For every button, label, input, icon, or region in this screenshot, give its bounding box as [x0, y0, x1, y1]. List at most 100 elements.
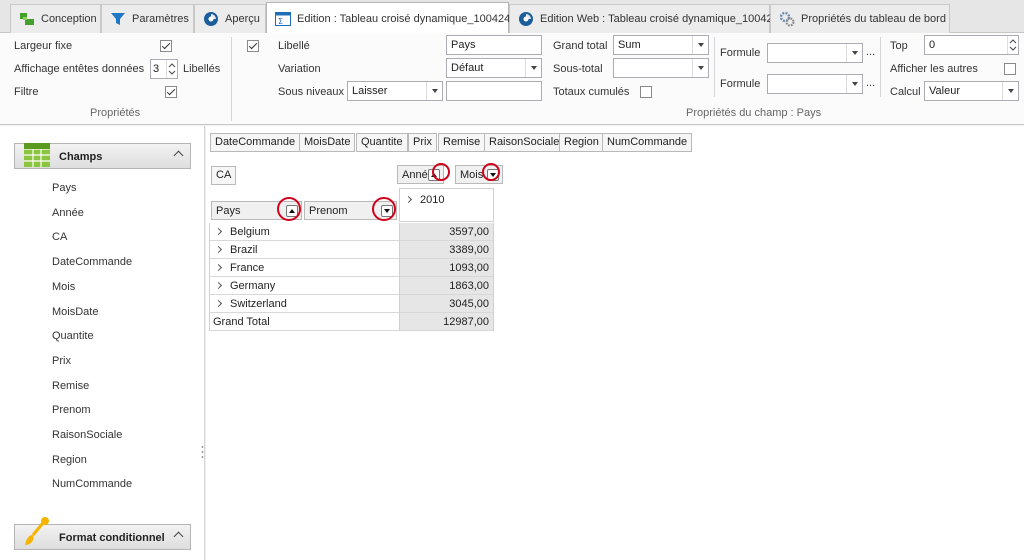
spinner-arrows-icon[interactable]: [166, 60, 176, 78]
separator: [880, 37, 881, 97]
sub-levels-extra-input[interactable]: [446, 81, 542, 101]
fields-panel: Champs Pays Année CA DateCommande Mois MoisDa…: [0, 126, 205, 560]
expand-icon[interactable]: [214, 263, 223, 272]
tab-edition[interactable]: Σ Edition : Tableau croisé dynamique_100…: [266, 2, 510, 34]
grand-total-select[interactable]: Sum: [613, 35, 709, 55]
tab-edition-web[interactable]: Edition Web : Tableau croisé dynamique_1…: [509, 4, 779, 33]
highlight-ring: [482, 163, 500, 181]
value-cell: 3597,00: [400, 223, 494, 241]
field-item[interactable]: Pays: [52, 182, 76, 194]
chevron-down-icon[interactable]: [525, 59, 541, 77]
sub-total-select[interactable]: [613, 58, 709, 78]
properties-group-title: Propriétés: [90, 107, 141, 119]
filter-checkbox[interactable]: [165, 86, 177, 98]
field-item[interactable]: MoisDate: [52, 306, 98, 318]
filter-field-button[interactable]: RaisonSociale: [484, 133, 565, 152]
filter-label: Filtre: [14, 86, 39, 98]
resize-grip[interactable]: [201, 444, 204, 460]
fixed-width-label: Largeur fixe: [14, 40, 73, 52]
separator: [714, 37, 715, 97]
field-item[interactable]: Mois: [52, 281, 75, 293]
top-label: Top: [890, 40, 908, 52]
pivot-area: DateCommande MoisDate Quantite Prix Remise Ra…: [206, 126, 1024, 560]
formula1-more-button[interactable]: ...: [866, 46, 875, 58]
header-display-suffix: Libellés: [183, 63, 221, 75]
separator: [231, 37, 232, 121]
filter-field-button[interactable]: Remise: [438, 133, 486, 152]
field-item[interactable]: Region: [52, 454, 87, 466]
field-item[interactable]: CA: [52, 231, 67, 243]
variation-select[interactable]: Défaut: [446, 58, 542, 78]
fields-table-icon: [23, 140, 53, 173]
value-cell: 3045,00: [400, 295, 494, 313]
variation-label: Variation: [278, 63, 321, 75]
highlight-ring: [277, 197, 301, 221]
expand-icon[interactable]: [214, 299, 223, 308]
field-item[interactable]: DateCommande: [52, 256, 132, 268]
row-header[interactable]: Belgium: [209, 223, 400, 241]
tab-parametres[interactable]: Paramètres: [101, 4, 194, 33]
field-item[interactable]: NumCommande: [52, 478, 132, 490]
paint-brush-icon: [21, 517, 51, 550]
field-item[interactable]: Quantite: [52, 330, 94, 342]
filter-field-button[interactable]: Quantite: [356, 133, 408, 152]
chevron-down-icon[interactable]: [846, 75, 862, 93]
sub-levels-select[interactable]: Laisser: [347, 81, 443, 101]
highlight-ring: [372, 197, 396, 221]
formula1-select[interactable]: [767, 43, 863, 63]
row-header[interactable]: Switzerland: [209, 295, 400, 313]
field-item[interactable]: Année: [52, 207, 84, 219]
pivot-edit-icon: Σ: [275, 11, 291, 27]
chevron-down-icon[interactable]: [846, 44, 862, 62]
chevron-down-icon[interactable]: [692, 36, 708, 54]
tab-dashboard-properties[interactable]: Propriétés du tableau de bord: [770, 4, 950, 33]
cumulative-totals-checkbox[interactable]: [640, 86, 652, 98]
field-item[interactable]: RaisonSociale: [52, 429, 122, 441]
calc-select[interactable]: Valeur: [924, 81, 1019, 101]
spinner-arrows-icon[interactable]: [1007, 36, 1017, 54]
chevron-down-icon[interactable]: [1002, 82, 1018, 100]
value-cell: 1093,00: [400, 259, 494, 277]
row-header[interactable]: France: [209, 259, 400, 277]
expand-icon[interactable]: [404, 195, 413, 204]
filter-field-button[interactable]: MoisDate: [299, 133, 356, 152]
row-header[interactable]: Brazil: [209, 241, 400, 259]
top-spinner[interactable]: 0: [924, 35, 1019, 55]
field-item[interactable]: Remise: [52, 380, 89, 392]
formula2-select[interactable]: [767, 74, 863, 94]
dashboard-gear-icon: [779, 11, 795, 27]
filter-field-button[interactable]: Region: [559, 133, 604, 152]
chevron-up-icon[interactable]: [173, 531, 184, 542]
expand-icon[interactable]: [214, 245, 223, 254]
fields-section-header[interactable]: Champs: [14, 143, 191, 169]
filter-field-button[interactable]: Prix: [408, 133, 437, 152]
chevron-down-icon[interactable]: [692, 59, 708, 77]
tab-bar: Conception Paramètres Aperçu Σ Edition :…: [0, 0, 1024, 34]
column-header-2010[interactable]: 2010: [399, 188, 494, 222]
svg-text:Σ: Σ: [278, 17, 283, 26]
libelle-input[interactable]: Pays: [446, 35, 542, 55]
filter-field-button[interactable]: NumCommande: [602, 133, 693, 152]
row-header[interactable]: Germany: [209, 277, 400, 295]
cumulative-totals-label: Totaux cumulés: [553, 86, 630, 98]
tab-conception[interactable]: Conception: [10, 4, 101, 33]
chevron-up-icon[interactable]: [173, 150, 184, 161]
field-visible-checkbox[interactable]: [247, 40, 259, 52]
libelle-label: Libellé: [278, 40, 310, 52]
header-display-spinner[interactable]: 3: [150, 59, 178, 79]
fixed-width-checkbox[interactable]: [160, 40, 172, 52]
tab-apercu[interactable]: Aperçu: [194, 4, 266, 33]
formula2-more-button[interactable]: ...: [866, 77, 875, 89]
expand-icon[interactable]: [214, 227, 223, 236]
field-item[interactable]: Prenom: [52, 404, 91, 416]
grand-total-label: Grand Total: [209, 313, 400, 331]
data-field-ca[interactable]: CA: [211, 166, 237, 185]
filter-field-button[interactable]: DateCommande: [210, 133, 301, 152]
chevron-down-icon[interactable]: [426, 82, 442, 100]
conditional-format-section-header[interactable]: Format conditionnel: [14, 517, 191, 550]
conception-icon: [19, 11, 35, 27]
expand-icon[interactable]: [214, 281, 223, 290]
field-item[interactable]: Prix: [52, 355, 71, 367]
formula2-label: Formule: [720, 78, 761, 90]
show-others-checkbox[interactable]: [1004, 63, 1016, 75]
